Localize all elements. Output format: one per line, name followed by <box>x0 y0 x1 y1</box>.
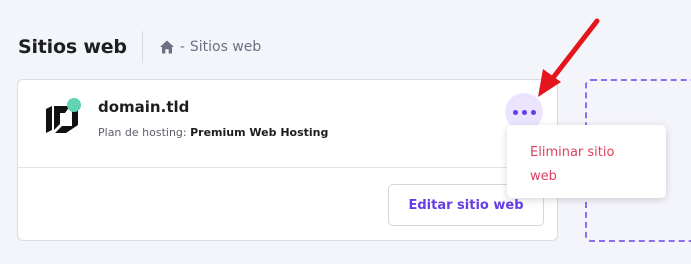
options-dropdown: Eliminar sitio web <box>507 125 666 198</box>
hosting-plan: Plan de hosting: Premium Web Hosting <box>98 126 328 139</box>
more-horizontal-icon <box>512 109 518 115</box>
pointer-arrow-icon <box>538 18 600 97</box>
page-title: Sitios web <box>18 36 127 58</box>
breadcrumb: - Sitios web <box>159 39 261 55</box>
card-divider <box>18 167 557 168</box>
breadcrumb-separator: - <box>179 39 185 55</box>
page-header: Sitios web - Sitios web <box>18 30 261 64</box>
website-card: domain.tld Plan de hosting: Premium Web … <box>17 79 558 241</box>
site-domain[interactable]: domain.tld <box>98 98 189 116</box>
plan-value: Premium Web Hosting <box>190 126 329 139</box>
breadcrumb-current: Sitios web <box>189 39 262 55</box>
plan-label: Plan de hosting: <box>98 126 187 139</box>
delete-website-item[interactable]: Eliminar sitio web <box>530 141 644 189</box>
more-dot <box>530 109 536 115</box>
home-icon[interactable] <box>159 39 175 55</box>
header-divider <box>141 31 143 63</box>
more-dot <box>521 109 527 115</box>
hostinger-logo-icon <box>41 97 83 139</box>
